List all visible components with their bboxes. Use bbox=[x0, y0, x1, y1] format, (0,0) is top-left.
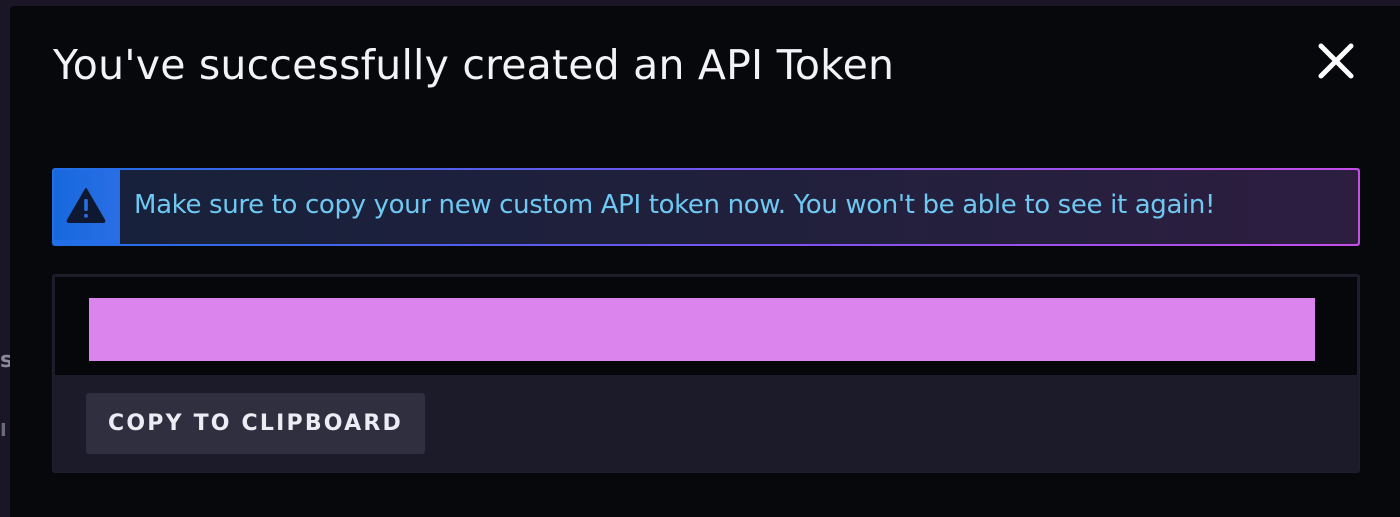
warning-triangle-icon bbox=[66, 188, 106, 223]
api-token-modal: You've successfully created an API Token… bbox=[10, 6, 1400, 517]
copy-to-clipboard-button[interactable]: COPY TO CLIPBOARD bbox=[86, 393, 425, 454]
background-text-fragment: I bbox=[0, 420, 7, 441]
modal-title: You've successfully created an API Token bbox=[53, 41, 895, 89]
token-value-redacted bbox=[89, 298, 1315, 361]
warning-alert: Make sure to copy your new custom API to… bbox=[52, 168, 1360, 246]
token-panel: COPY TO CLIPBOARD bbox=[52, 274, 1360, 473]
close-icon bbox=[1318, 43, 1354, 79]
alert-message: Make sure to copy your new custom API to… bbox=[134, 190, 1216, 220]
alert-icon-container bbox=[54, 170, 118, 240]
alert-body: Make sure to copy your new custom API to… bbox=[120, 170, 1358, 244]
token-field[interactable] bbox=[55, 277, 1357, 375]
close-button[interactable] bbox=[1315, 40, 1357, 82]
